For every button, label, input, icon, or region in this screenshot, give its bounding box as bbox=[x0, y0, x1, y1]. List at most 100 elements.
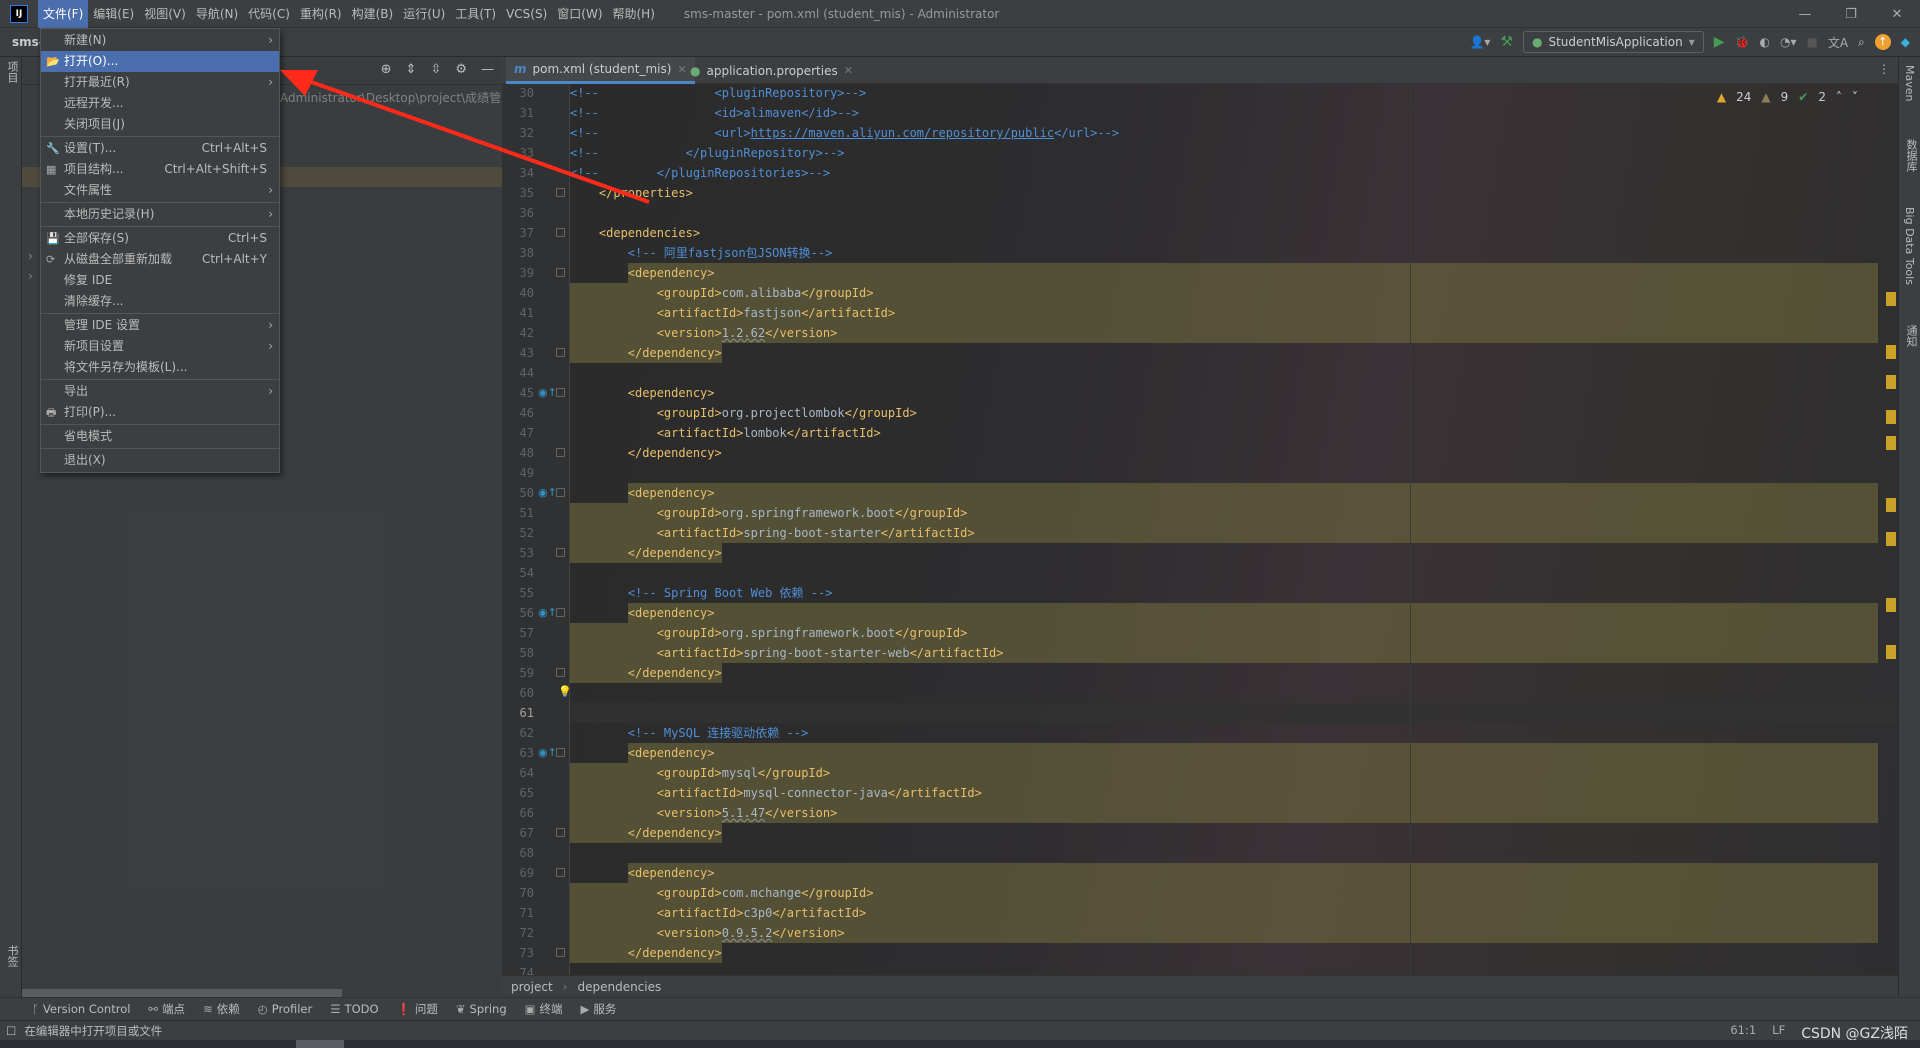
menu-item[interactable]: 新项目设置 › bbox=[41, 336, 279, 357]
fold-marker-icon[interactable] bbox=[556, 188, 565, 197]
fold-marker-icon[interactable] bbox=[556, 548, 565, 557]
plugin-icon[interactable]: ◆ bbox=[1901, 35, 1910, 49]
code-line[interactable]: </dependency> bbox=[570, 663, 722, 683]
code-line[interactable]: </dependency> bbox=[570, 443, 722, 463]
code-line[interactable]: </dependency> bbox=[570, 543, 722, 563]
menu-11[interactable]: 帮助(H) bbox=[608, 0, 660, 28]
menu-item[interactable]: 管理 IDE 设置 › bbox=[41, 315, 279, 336]
menu-8[interactable]: 工具(T) bbox=[450, 0, 501, 28]
fold-marker-icon[interactable] bbox=[556, 228, 565, 237]
code-line[interactable]: <!-- <id>alimaven</id>--> bbox=[570, 103, 859, 123]
menu-3[interactable]: 导航(N) bbox=[191, 0, 243, 28]
menu-10[interactable]: 窗口(W) bbox=[552, 0, 607, 28]
menu-item[interactable]: ⟳ 从磁盘全部重新加载 Ctrl+Alt+Y bbox=[41, 249, 279, 270]
tab-pom-xml[interactable]: m pom.xml (student_mis) ✕ bbox=[506, 57, 695, 84]
menu-item[interactable]: 💾 全部保存(S) Ctrl+S bbox=[41, 228, 279, 249]
maven-tool-button[interactable]: Maven bbox=[1903, 65, 1916, 101]
warning-stripe-mark[interactable] bbox=[1886, 598, 1896, 612]
close-icon[interactable]: ✕ bbox=[844, 64, 853, 77]
code-line[interactable]: <artifactId>mysql-connector-java</artifa… bbox=[570, 783, 982, 803]
fold-marker-icon[interactable] bbox=[556, 608, 565, 617]
update-icon[interactable]: ↑ bbox=[1874, 34, 1891, 50]
database-tool-button[interactable]: 数据库 bbox=[1903, 139, 1919, 172]
tool-window-profiler[interactable]: ◴ Profiler bbox=[258, 1002, 313, 1016]
profile-icon[interactable]: ◔▾ bbox=[1780, 35, 1797, 49]
warning-stripe-mark[interactable] bbox=[1886, 436, 1896, 450]
tool-window-problems[interactable]: ❗ 问题 bbox=[397, 1001, 438, 1017]
override-icon[interactable]: ◉↑ bbox=[538, 606, 557, 619]
menu-1[interactable]: 编辑(E) bbox=[88, 0, 139, 28]
warning-stripe-mark[interactable] bbox=[1886, 532, 1896, 546]
build-hammer-icon[interactable]: ⚒ bbox=[1500, 34, 1513, 50]
menu-item[interactable]: 关闭项目(J) bbox=[41, 114, 279, 135]
menu-item[interactable]: 清除缓存... bbox=[41, 291, 279, 312]
code-line[interactable]: <!-- <pluginRepository>--> bbox=[570, 84, 866, 103]
warning-stripe-mark[interactable] bbox=[1886, 410, 1896, 424]
code-line[interactable]: <dependency> bbox=[570, 383, 715, 403]
lightbulb-icon[interactable]: 💡 bbox=[558, 685, 572, 698]
code-line[interactable]: <groupId>com.mchange</groupId> bbox=[570, 883, 874, 903]
fold-marker-icon[interactable] bbox=[556, 668, 565, 677]
fold-marker-icon[interactable] bbox=[556, 748, 565, 757]
warning-stripe-mark[interactable] bbox=[1886, 292, 1896, 306]
tool-window-dependencies[interactable]: ≋ 依赖 bbox=[203, 1001, 240, 1017]
bookmarks-tool-button[interactable]: 书签 bbox=[4, 945, 20, 967]
tool-window-spring[interactable]: ❦ Spring bbox=[456, 1002, 507, 1016]
gear-icon[interactable]: ⚙ bbox=[455, 62, 467, 77]
taskbar-item[interactable] bbox=[296, 1040, 344, 1048]
run-icon[interactable]: ▶ bbox=[1714, 34, 1725, 50]
menu-item[interactable]: 新建(N) › bbox=[41, 30, 279, 51]
code-line[interactable]: <dependency> bbox=[570, 483, 715, 503]
code-line[interactable]: <dependency> bbox=[570, 863, 715, 883]
fold-marker-icon[interactable] bbox=[556, 948, 565, 957]
warning-stripe-mark[interactable] bbox=[1886, 498, 1896, 512]
stop-icon[interactable]: ■ bbox=[1806, 35, 1817, 49]
menu-item[interactable]: 🖶 打印(P)... bbox=[41, 402, 279, 423]
code-line[interactable]: <!-- </pluginRepositories>--> bbox=[570, 163, 830, 183]
run-config-select[interactable]: ● StudentMisApplication ▾ bbox=[1523, 31, 1704, 53]
code-line[interactable]: <dependencies> bbox=[570, 223, 700, 243]
override-icon[interactable]: ◉↑ bbox=[538, 486, 557, 499]
code-line[interactable]: <!-- Spring Boot Web 依赖 --> bbox=[570, 583, 833, 603]
code-line[interactable]: <groupId>org.projectlombok</groupId> bbox=[570, 403, 917, 423]
code-line[interactable]: <!-- MySQL 连接驱动依赖 --> bbox=[570, 723, 808, 743]
horizontal-scrollbar[interactable] bbox=[22, 989, 342, 997]
menu-item[interactable]: 🔧 设置(T)... Ctrl+Alt+S bbox=[41, 138, 279, 159]
menu-item[interactable]: 远程开发... bbox=[41, 93, 279, 114]
code-line[interactable]: <!-- <url>https://maven.aliyun.com/repos… bbox=[570, 123, 1119, 143]
code-line[interactable]: <!-- </pluginRepository>--> bbox=[570, 143, 845, 163]
breadcrumb-dependencies[interactable]: dependencies bbox=[577, 980, 661, 994]
code-line[interactable]: <artifactId>spring-boot-starter-web</art… bbox=[570, 643, 1004, 663]
code-line[interactable]: <groupId>com.alibaba</groupId> bbox=[570, 283, 874, 303]
menu-6[interactable]: 构建(B) bbox=[347, 0, 399, 28]
code-line[interactable]: <dependency> bbox=[570, 743, 715, 763]
tool-window-endpoints[interactable]: ⚯ 端点 bbox=[148, 1001, 185, 1017]
hide-icon[interactable]: — bbox=[481, 62, 494, 77]
code-line[interactable]: <artifactId>c3p0</artifactId> bbox=[570, 903, 867, 923]
code-line[interactable]: <artifactId>fastjson</artifactId> bbox=[570, 303, 895, 323]
code-editor[interactable]: 30 31 32 33 34 35 36 37 38 39 40 41 42 43 44 45 ◉↑ 46 47 48… bbox=[502, 84, 1898, 975]
code-line[interactable]: <groupId>org.springframework.boot</group… bbox=[570, 623, 968, 643]
expand-all-icon[interactable]: ⇕ bbox=[406, 62, 417, 77]
menu-9[interactable]: VCS(S) bbox=[501, 0, 552, 28]
tool-window-todo[interactable]: ☰ TODO bbox=[330, 1002, 378, 1016]
project-tool-button[interactable]: 项目 bbox=[4, 61, 20, 83]
big-data-tools-button[interactable]: Big Data Tools bbox=[1903, 207, 1916, 285]
tool-window-terminal[interactable]: ▣ 终端 bbox=[525, 1001, 563, 1017]
menu-item[interactable]: 📂 打开(O)... bbox=[41, 51, 279, 72]
code-line[interactable]: <artifactId>spring-boot-starter</artifac… bbox=[570, 523, 975, 543]
code-line[interactable]: <groupId>org.springframework.boot</group… bbox=[570, 503, 968, 523]
code-line[interactable]: </dependency> bbox=[570, 943, 722, 963]
warning-stripe-mark[interactable] bbox=[1886, 375, 1896, 389]
menu-2[interactable]: 视图(V) bbox=[139, 0, 191, 28]
notifications-tool-button[interactable]: 通知 bbox=[1903, 325, 1919, 347]
fold-marker-icon[interactable] bbox=[556, 868, 565, 877]
code-line[interactable]: <version>5.1.47</version> bbox=[570, 803, 838, 823]
menu-7[interactable]: 运行(U) bbox=[398, 0, 450, 28]
tool-window-version-control[interactable]: ᚴ Version Control bbox=[32, 1002, 130, 1016]
fold-marker-icon[interactable] bbox=[556, 448, 565, 457]
more-options-icon[interactable]: ⋮ bbox=[1878, 62, 1890, 76]
minimize-button[interactable]: — bbox=[1782, 0, 1828, 28]
menu-item[interactable]: 将文件另存为模板(L)... bbox=[41, 357, 279, 378]
override-icon[interactable]: ◉↑ bbox=[538, 746, 557, 759]
